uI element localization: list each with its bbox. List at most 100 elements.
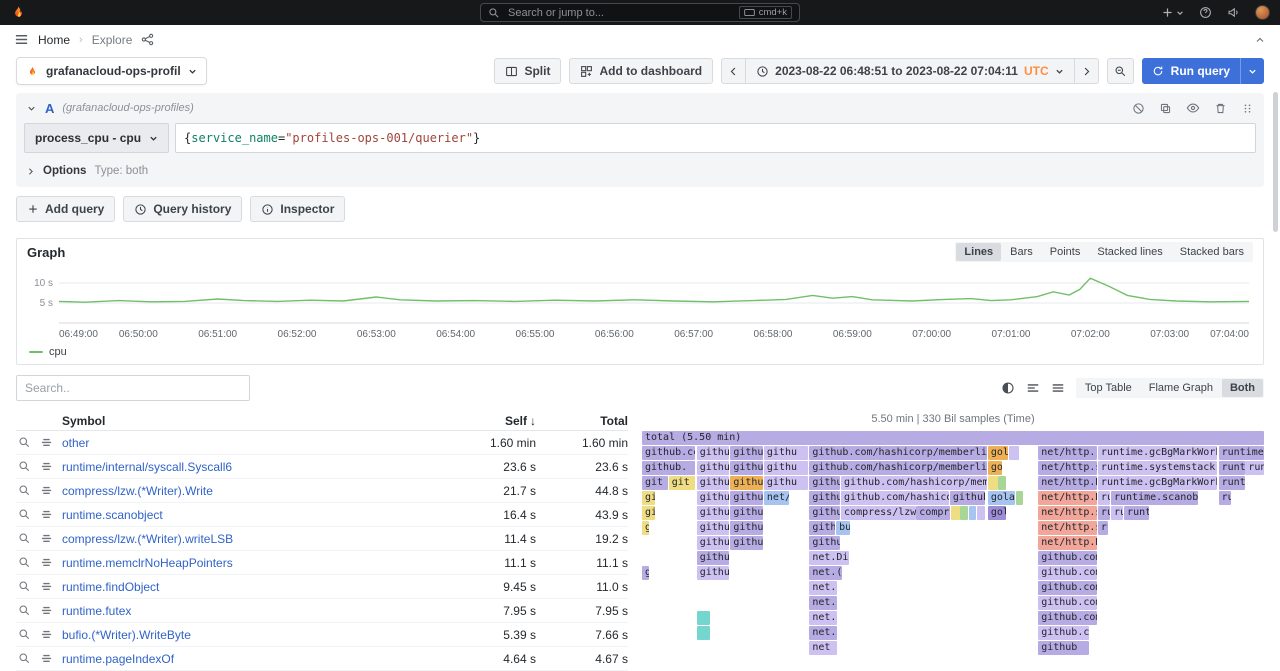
flame-block[interactable]: bu (836, 521, 850, 535)
flame-block[interactable]: githu (730, 536, 762, 550)
flame-block[interactable] (697, 611, 711, 625)
query-ref-id[interactable]: A (45, 101, 54, 116)
sandwich-view-icon[interactable] (40, 484, 53, 497)
flame-block[interactable]: githu (697, 521, 729, 535)
flame-block[interactable]: total (5.50 min) (642, 431, 1264, 445)
table-row[interactable]: runtime/internal/syscall.Syscall6 23.6 s… (16, 455, 628, 479)
flame-block[interactable]: githu (730, 521, 762, 535)
query-history-button[interactable]: Query history (123, 196, 242, 222)
graph-mode-points[interactable]: Points (1042, 243, 1089, 261)
query-options-toggle[interactable]: Options Type: both (26, 165, 1254, 177)
user-avatar[interactable] (1255, 5, 1270, 20)
search-symbol-icon[interactable] (18, 484, 31, 497)
search-symbol-icon[interactable] (18, 508, 31, 521)
flame-block[interactable]: net/http.Han (1038, 491, 1096, 505)
time-back-button[interactable] (721, 58, 746, 84)
flame-block[interactable]: githu (764, 476, 808, 490)
sandwich-view-icon[interactable] (40, 508, 53, 521)
flame-block[interactable]: github.cc (809, 491, 840, 505)
graph-mode-bars[interactable]: Bars (1002, 243, 1041, 261)
flame-block[interactable]: gola (988, 446, 1008, 460)
split-button[interactable]: Split (494, 58, 561, 84)
search-symbol-icon[interactable] (18, 532, 31, 545)
search-symbol-icon[interactable] (18, 628, 31, 641)
graph-mode-stacked-bars[interactable]: Stacked bars (1172, 243, 1252, 261)
flame-block[interactable]: compres (916, 506, 950, 520)
flame-block[interactable] (998, 476, 1005, 490)
table-row[interactable]: runtime.findObject 9.45 s 11.0 s (16, 575, 628, 599)
flame-block[interactable]: githu (730, 476, 762, 490)
flame-block[interactable] (988, 476, 998, 490)
align-justify-icon[interactable] (1051, 381, 1065, 395)
graph-mode-stacked-lines[interactable]: Stacked lines (1089, 243, 1170, 261)
view-top-table[interactable]: Top Table (1077, 379, 1140, 397)
graph-mode-lines[interactable]: Lines (956, 243, 1001, 261)
sandwich-view-icon[interactable] (40, 580, 53, 593)
scrollbar[interactable] (1273, 92, 1278, 232)
query-input[interactable]: {service_name="profiles-ops-001/querier"… (175, 123, 1256, 153)
flame-block[interactable]: net.(* (809, 566, 841, 580)
flame-block[interactable]: net.Di (809, 551, 849, 565)
symbol-link[interactable]: compress/lzw.(*Writer).writeLSB (62, 532, 436, 546)
grafana-logo-icon[interactable] (10, 4, 27, 21)
flame-block[interactable]: run (1219, 491, 1231, 505)
run-query-interval-button[interactable] (1240, 58, 1264, 84)
symbol-link[interactable]: runtime.pageIndexOf (62, 652, 436, 666)
contrast-icon[interactable] (1001, 381, 1015, 395)
flame-block[interactable]: githu (730, 461, 762, 475)
flame-block[interactable]: git (669, 476, 696, 490)
collapse-query-icon[interactable] (26, 103, 37, 114)
sandwich-view-icon[interactable] (40, 532, 53, 545)
flame-block[interactable]: net.( (809, 626, 836, 640)
flame-block[interactable]: github.cc (809, 506, 840, 520)
flame-block[interactable]: githu (697, 536, 729, 550)
inspector-button[interactable]: Inspector (250, 196, 345, 222)
symbol-link[interactable]: runtime.futex (62, 604, 436, 618)
flame-block[interactable] (977, 506, 986, 520)
flame-block[interactable] (1016, 491, 1023, 505)
flame-block[interactable]: github.com/f (1038, 596, 1096, 610)
flame-block[interactable]: githu (697, 491, 729, 505)
flame-block[interactable] (697, 626, 711, 640)
symbol-link[interactable]: compress/lzw.(*Writer).Write (62, 484, 436, 498)
symbol-link[interactable]: runtime.findObject (62, 580, 436, 594)
flame-block[interactable]: gi (642, 566, 649, 580)
symbol-link[interactable]: runtime.scanobject (62, 508, 436, 522)
flame-block[interactable]: github.com/s (1038, 566, 1096, 580)
add-to-dashboard-button[interactable]: Add to dashboard (569, 58, 713, 84)
flame-block[interactable]: git (642, 476, 668, 490)
flame-block[interactable]: github.com/hashicorp/memberlist.(* (809, 446, 986, 460)
flame-block[interactable] (951, 506, 960, 520)
time-range-button[interactable]: 2023-08-22 06:48:51 to 2023-08-22 07:04:… (745, 58, 1075, 84)
table-header[interactable]: Symbol Self↓ Total (16, 411, 628, 431)
flame-block[interactable]: net.( (809, 581, 836, 595)
symbol-link[interactable]: runtime/internal/syscall.Syscall6 (62, 460, 436, 474)
flame-block[interactable]: githu (697, 476, 729, 490)
add-query-button[interactable]: Add query (16, 196, 115, 222)
flame-block[interactable]: runtime.gcBgMarkWorke (1098, 476, 1217, 490)
flame-block[interactable] (969, 506, 976, 520)
flame-block[interactable]: compress/lzw.(*W (841, 506, 916, 520)
flame-block[interactable]: githu (697, 446, 729, 460)
sandwich-view-icon[interactable] (40, 652, 53, 665)
flame-block[interactable]: net.( (809, 611, 836, 625)
table-row[interactable]: runtime.futex 7.95 s 7.95 s (16, 599, 628, 623)
share-icon[interactable] (141, 33, 154, 46)
profile-type-picker[interactable]: process_cpu - cpu (24, 123, 169, 153)
flame-block[interactable]: run (1245, 461, 1264, 475)
flame-block[interactable]: run (1098, 506, 1110, 520)
search-symbol-icon[interactable] (18, 556, 31, 569)
flame-block[interactable]: githu (697, 506, 729, 520)
flame-block[interactable]: github.c (809, 521, 835, 535)
flame-block[interactable]: g (642, 521, 649, 535)
cpu-line-chart[interactable]: 5 s10 s06:49:0006:50:0006:51:0006:52:000… (25, 265, 1255, 343)
drag-handle-icon[interactable] (1241, 102, 1254, 115)
flame-block[interactable]: golang.org/x (988, 491, 1015, 505)
sandwich-view-icon[interactable] (40, 556, 53, 569)
global-search[interactable]: cmd+k (480, 3, 800, 22)
table-row[interactable]: runtime.scanobject 16.4 s 43.9 s (16, 503, 628, 527)
search-symbol-icon[interactable] (18, 436, 31, 449)
flame-block[interactable] (960, 506, 967, 520)
global-search-input[interactable] (506, 6, 733, 20)
table-row[interactable]: other 1.60 min 1.60 min (16, 431, 628, 455)
